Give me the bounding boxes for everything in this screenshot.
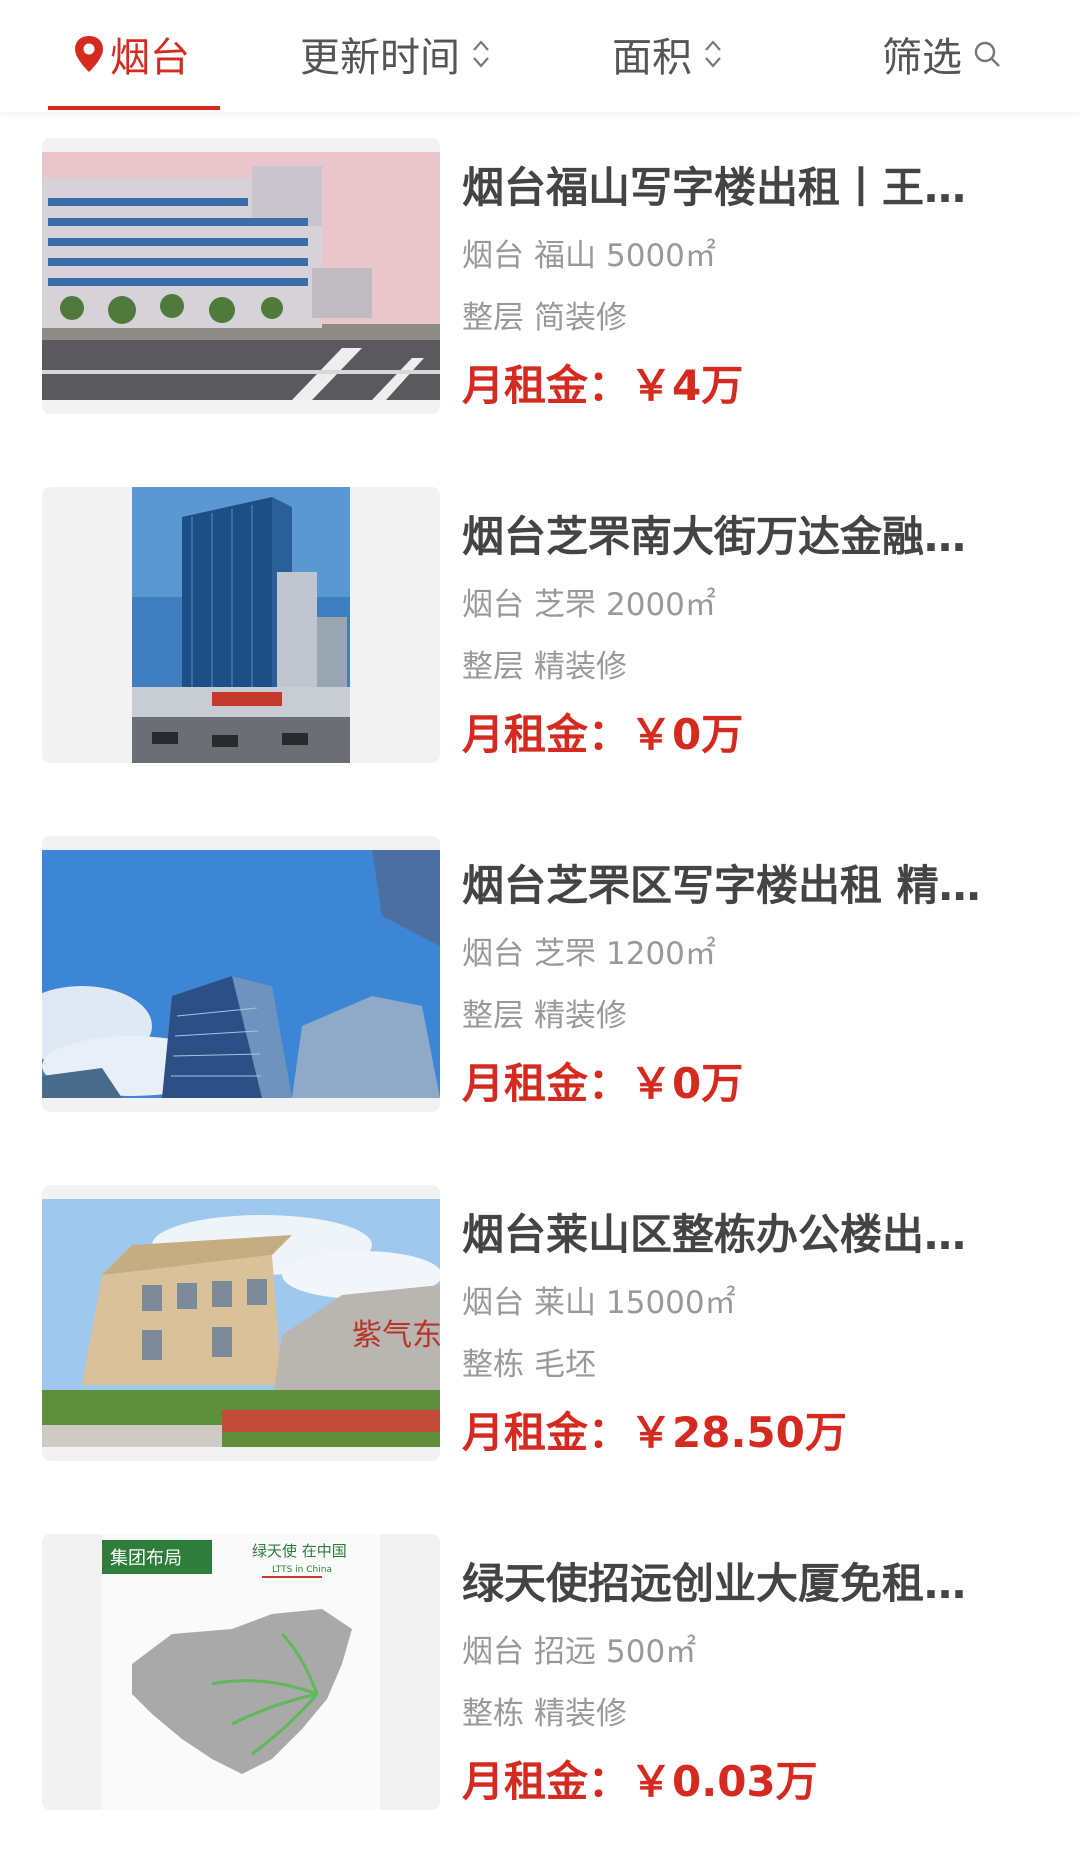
listing-district: 福山 — [534, 238, 596, 274]
listing-floor-type: 整层 — [462, 649, 524, 685]
listing-district: 招远 — [534, 1634, 596, 1670]
map-right-subtitle: LTTS in China — [272, 1565, 332, 1575]
listing-decoration: 简装修 — [534, 300, 627, 336]
map-right-title: 绿天使 在中国 — [252, 1542, 347, 1560]
listing-location: 烟台 莱山 15000㎡ — [462, 1283, 736, 1323]
map-left-title: 集团布局 — [110, 1548, 182, 1569]
listing-area: 2000㎡ — [606, 587, 716, 623]
listing-item[interactable]: 烟台芝罘区写字楼出租 精… 烟台 芝罘 1200㎡ 整层 精装修 月租金：￥0万 — [0, 836, 1080, 1136]
listing-location: 烟台 芝罘 1200㎡ — [462, 934, 716, 974]
listing-location: 烟台 福山 5000㎡ — [462, 236, 716, 276]
listing-item[interactable]: 集团布局 绿天使 在中国 LTTS in China 绿天使招远创业大厦免租… … — [0, 1534, 1080, 1834]
sort-arrows-icon — [705, 40, 721, 68]
sort-time-label: 更新时间 — [300, 35, 460, 81]
listing-location: 烟台 芝罘 2000㎡ — [462, 585, 716, 625]
listing-decoration: 精装修 — [534, 649, 627, 685]
listing-location: 烟台 招远 500㎡ — [462, 1632, 696, 1672]
rent-value: ￥4万 — [630, 361, 744, 410]
listing-rent: 月租金：￥0.03万 — [462, 1756, 818, 1808]
listing-district: 芝罘 — [534, 587, 596, 623]
rent-value: ￥0万 — [630, 1059, 744, 1108]
filter-bar: 烟台 更新时间 面积 筛选 — [0, 0, 1080, 112]
rent-value: ￥0万 — [630, 710, 744, 759]
listing-floor-type: 整层 — [462, 300, 524, 336]
listing-decoration: 精装修 — [534, 998, 627, 1034]
sort-arrows-icon — [473, 40, 489, 68]
listing-area: 5000㎡ — [606, 238, 716, 274]
filter-label: 筛选 — [882, 35, 962, 81]
active-tab-underline — [48, 106, 220, 110]
sort-area-label: 面积 — [612, 35, 692, 81]
rent-label: 月租金： — [462, 1408, 631, 1457]
search-icon — [974, 41, 1000, 67]
rent-label: 月租金： — [462, 1757, 631, 1806]
listing-specs: 整层 简装修 — [462, 298, 627, 338]
rent-label: 月租金： — [462, 1059, 631, 1108]
listing-rent: 月租金：￥28.50万 — [462, 1407, 847, 1459]
stone-inscription: 紫气东来 — [352, 1318, 440, 1353]
listing-rent: 月租金：￥4万 — [462, 360, 743, 412]
listing-specs: 整栋 毛坯 — [462, 1345, 596, 1385]
listing-area: 1200㎡ — [606, 936, 716, 972]
listing-thumbnail[interactable] — [42, 836, 440, 1112]
rent-label: 月租金： — [462, 361, 631, 410]
listing-floor-type: 整栋 — [462, 1347, 524, 1383]
listing-area: 15000㎡ — [606, 1285, 736, 1321]
rent-value: ￥0.03万 — [630, 1757, 818, 1806]
listing-floor-type: 整栋 — [462, 1696, 524, 1732]
listing-decoration: 毛坯 — [534, 1347, 596, 1383]
listing-item[interactable]: 烟台芝罘南大街万达金融… 烟台 芝罘 2000㎡ 整层 精装修 月租金：￥0万 — [0, 487, 1080, 787]
listing-item[interactable]: 紫气东来 烟台莱山区整栋办公楼出… 烟台莱山 15000㎡ 整栋毛坯 月租金：￥2… — [0, 1185, 1080, 1485]
listing-decoration: 精装修 — [534, 1696, 627, 1732]
listing-city: 烟台 — [462, 587, 524, 623]
listing-title[interactable]: 烟台芝罘南大街万达金融… — [462, 511, 1010, 563]
listing-rent: 月租金：￥0万 — [462, 709, 743, 761]
rent-label: 月租金： — [462, 710, 631, 759]
listing-city: 烟台 — [462, 1634, 524, 1670]
listing-thumbnail[interactable] — [42, 487, 440, 763]
listing-rent: 月租金：￥0万 — [462, 1058, 743, 1110]
listing-district: 莱山 — [534, 1285, 596, 1321]
listing-specs: 整栋 精装修 — [462, 1694, 627, 1734]
listing-title[interactable]: 烟台芝罘区写字楼出租 精… — [462, 860, 1010, 912]
listing-specs: 整层 精装修 — [462, 647, 627, 687]
city-label: 烟台 — [110, 35, 190, 81]
listing-title[interactable]: 烟台莱山区整栋办公楼出… — [462, 1209, 1010, 1261]
sort-by-update-time[interactable]: 更新时间 — [300, 28, 492, 81]
listing-city: 烟台 — [462, 1285, 524, 1321]
filter-button[interactable]: 筛选 — [882, 28, 1002, 81]
listing-area: 500㎡ — [606, 1634, 697, 1670]
listing-thumbnail[interactable]: 集团布局 绿天使 在中国 LTTS in China — [42, 1534, 440, 1810]
listing-specs: 整层 精装修 — [462, 996, 627, 1036]
listing-floor-type: 整层 — [462, 998, 524, 1034]
listing-thumbnail[interactable]: 紫气东来 — [42, 1185, 440, 1461]
sort-by-area[interactable]: 面积 — [612, 28, 724, 81]
listing-title[interactable]: 烟台福山写字楼出租丨王… — [462, 162, 1010, 214]
listing-city: 烟台 — [462, 238, 524, 274]
listing-thumbnail[interactable] — [42, 138, 440, 414]
listing-district: 芝罘 — [534, 936, 596, 972]
listing-item[interactable]: 烟台福山写字楼出租丨王… 烟台 福山 5000㎡ 整层 简装修 月租金：￥4万 — [0, 138, 1080, 438]
rent-value: ￥28.50万 — [630, 1408, 847, 1457]
listing-title[interactable]: 绿天使招远创业大厦免租… — [462, 1558, 1010, 1610]
listing-city: 烟台 — [462, 936, 524, 972]
city-selector[interactable]: 烟台 — [72, 28, 190, 81]
location-pin-icon — [75, 36, 103, 72]
